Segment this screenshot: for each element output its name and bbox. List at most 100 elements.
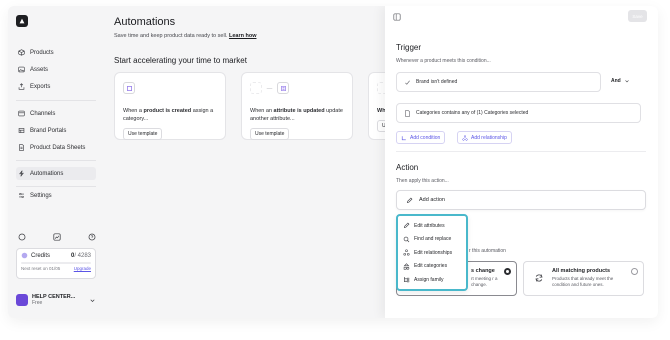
sidebar-divider [16, 160, 96, 161]
credits-progress-bar [21, 262, 91, 264]
radio-selected[interactable] [504, 268, 511, 275]
template-card[interactable]: When a product is created assign a categ… [114, 72, 226, 140]
use-template-button[interactable]: Use template [250, 128, 290, 140]
image-icon [18, 66, 25, 73]
scope-option-all-matching[interactable]: All matching products Products that alre… [523, 261, 644, 296]
sidebar-item-channels[interactable]: Channels [16, 107, 96, 120]
credits-widget: Credits 0/ 4283 Next reset on 01/05 Upgr… [16, 248, 96, 279]
sidebar-item-automations[interactable]: Automations [16, 167, 96, 180]
sidebar-item-label: Assets [30, 66, 49, 73]
sidebar-item-label: Exports [30, 83, 51, 90]
drawer-divider [396, 151, 646, 152]
upgrade-link[interactable]: Upgrade [74, 266, 91, 271]
condition-categories[interactable]: Categories contains any of (1) Categorie… [396, 103, 641, 123]
cube-icon [18, 49, 25, 56]
menu-item-assign-family[interactable]: Assign family [400, 273, 464, 287]
family-icon [404, 277, 410, 283]
relationship-icon [403, 249, 410, 256]
menu-item-edit-relationships[interactable]: Edit relationships [400, 246, 464, 260]
sidebar-utility-icons [18, 233, 96, 241]
avatar [16, 294, 28, 306]
sidebar-item-label: Automations [30, 170, 64, 177]
check-icon [405, 80, 410, 85]
menu-item-find-and-replace[interactable]: Find and replace [400, 233, 464, 247]
brand-logo-icon[interactable] [16, 15, 28, 27]
account-switcher[interactable]: HELP CENTER... Free [16, 289, 96, 311]
option-title: All matching products [552, 268, 611, 274]
sidebar-item-label: Brand Portals [30, 127, 67, 134]
chevron-down-icon [625, 80, 629, 83]
channels-icon [18, 110, 25, 117]
trigger-subheading: Whenever a product meets this condition.… [396, 58, 491, 64]
option-title: s change [471, 268, 495, 274]
sidebar-item-label: Settings [30, 192, 52, 199]
sidebar-item-label: Products [30, 49, 54, 56]
page-title: Automations [114, 16, 176, 28]
use-template-button[interactable]: Use template [123, 128, 163, 140]
help-icon[interactable] [88, 233, 96, 241]
and-label: And [611, 78, 621, 84]
product-template-icon [123, 82, 135, 94]
chart-icon[interactable] [53, 233, 61, 241]
credits-label: Credits [31, 252, 51, 259]
settings-icon [19, 193, 24, 198]
sidebar-item-exports[interactable]: Exports [16, 80, 96, 93]
action-type-menu: Edit attributes Find and replace Edit re… [396, 214, 468, 291]
export-icon [18, 83, 25, 90]
condition-text: Categories contains any of (1) Categorie… [416, 110, 529, 116]
account-plan: Free [32, 300, 43, 306]
page-subtitle: Save time and keep product data ready to… [114, 33, 256, 39]
subtitle-text: Save time and keep product data ready to… [114, 33, 228, 39]
sidebar-divider [16, 186, 96, 187]
credits-total: / 4283 [74, 252, 91, 259]
bolt-icon [19, 170, 24, 177]
option-description: Products that already meet the condition… [552, 276, 614, 287]
panel-toggle-icon[interactable] [393, 13, 401, 21]
trigger-heading: Trigger [396, 43, 422, 52]
add-relationship-button[interactable]: Add relationship [457, 131, 512, 144]
document-icon [405, 109, 410, 117]
refresh-icon [535, 274, 543, 282]
attribute-update-icon [277, 82, 289, 94]
sidebar: Products Assets Exports Channels Brand P… [8, 6, 101, 318]
template-description: When an attribute is updated update anot… [250, 108, 343, 122]
attribute-icon [250, 82, 262, 94]
relationship-icon [462, 134, 468, 141]
save-button[interactable]: Save [628, 10, 647, 22]
credits-reset-date: Next reset on 01/05 [21, 266, 61, 271]
sidebar-item-products[interactable]: Products [16, 46, 96, 59]
menu-item-edit-categories[interactable]: Edit categories [400, 260, 464, 274]
add-condition-button[interactable]: Add condition [396, 131, 446, 144]
arrow-right-icon [266, 87, 273, 89]
condition-icon [401, 135, 406, 140]
option-description: rt meeting r a change. [471, 276, 498, 287]
pencil-icon [403, 222, 410, 229]
template-card[interactable]: When an attribute is updated update anot… [241, 72, 353, 140]
search-icon [403, 236, 410, 242]
and-operator-select[interactable]: And [611, 78, 630, 84]
sidebar-divider [16, 100, 96, 101]
coin-icon [21, 252, 28, 259]
menu-item-edit-attributes[interactable]: Edit attributes [400, 219, 464, 233]
sidebar-item-product-data-sheets[interactable]: Product Data Sheets [16, 141, 96, 154]
add-action-button[interactable]: Add action [396, 190, 646, 210]
radio-unselected[interactable] [631, 268, 638, 275]
template-description: When a product is created assign a categ… [123, 108, 214, 122]
sidebar-item-brand-portals[interactable]: Brand Portals [16, 124, 96, 137]
action-heading: Action [396, 163, 419, 172]
pencil-icon [406, 197, 413, 203]
sidebar-item-settings[interactable]: Settings [16, 189, 96, 202]
categories-icon [403, 263, 410, 270]
section-title: Start accelerating your time to market [114, 56, 247, 65]
sheet-icon [19, 144, 24, 151]
sidebar-item-label: Product Data Sheets [30, 144, 86, 151]
app-window: Products Assets Exports Channels Brand P… [8, 6, 658, 318]
action-subheading: Then apply this action... [396, 178, 449, 184]
condition-brand[interactable]: Brand isn't defined [396, 72, 601, 92]
sidebar-item-assets[interactable]: Assets [16, 63, 96, 76]
learn-how-link[interactable]: Learn how [229, 33, 257, 39]
condition-text: Brand isn't defined [416, 79, 458, 85]
circle-icon[interactable] [18, 233, 26, 241]
scope-note: r this automation [469, 248, 506, 254]
sidebar-item-label: Channels [30, 110, 56, 117]
